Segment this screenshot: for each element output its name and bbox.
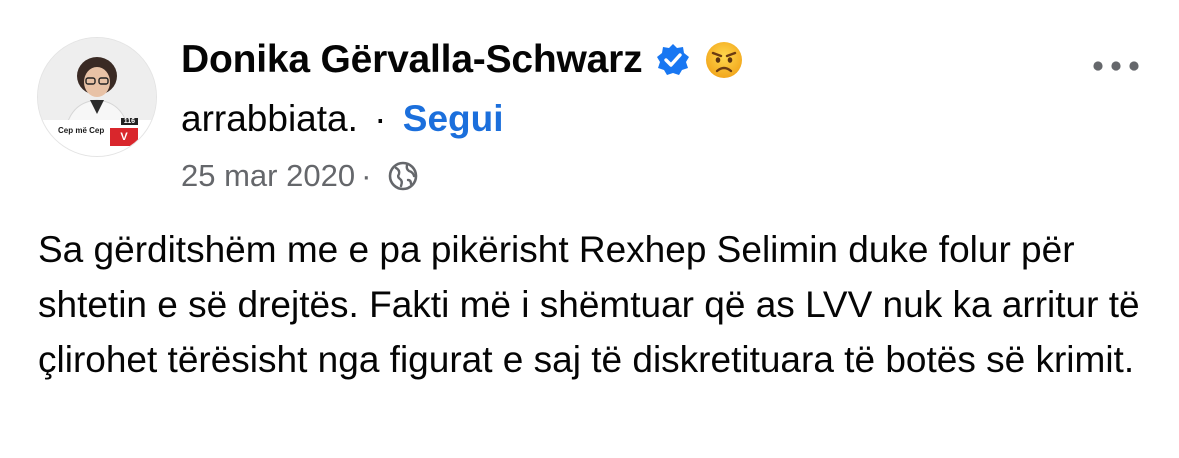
globe-icon[interactable]: [387, 160, 419, 192]
post-meta-row: 25 mar 2020 ·: [181, 158, 419, 194]
author-name-link[interactable]: Donika Gërvalla-Schwarz: [181, 38, 643, 82]
post-date-link[interactable]: 25 mar 2020: [181, 158, 355, 194]
separator-dot: ·: [374, 98, 387, 139]
author-avatar[interactable]: Cep më Cep 116 V: [38, 38, 156, 156]
avatar-list-number: 116: [120, 118, 138, 125]
follow-button[interactable]: Segui: [403, 98, 504, 139]
post-header-name-row: Donika Gërvalla-Schwarz: [181, 38, 744, 82]
date-separator-dot: ·: [361, 158, 372, 193]
post-header-feeling-row: arrabbiata. · Segui: [181, 98, 504, 140]
post-body-text: Sa gërditshëm me e pa pikërisht Rexhep S…: [38, 229, 1140, 380]
verified-badge-icon: [656, 43, 690, 77]
more-options-icon[interactable]: [1088, 56, 1144, 76]
avatar-party-badge: V: [110, 128, 138, 146]
avatar-banner-text: Cep më Cep: [58, 126, 105, 135]
feeling-text: arrabbiata.: [181, 98, 358, 139]
facebook-post: Cep më Cep 116 V Donika Gërvalla-Schwarz: [0, 0, 1179, 458]
angry-face-emoji-icon: [704, 40, 744, 80]
